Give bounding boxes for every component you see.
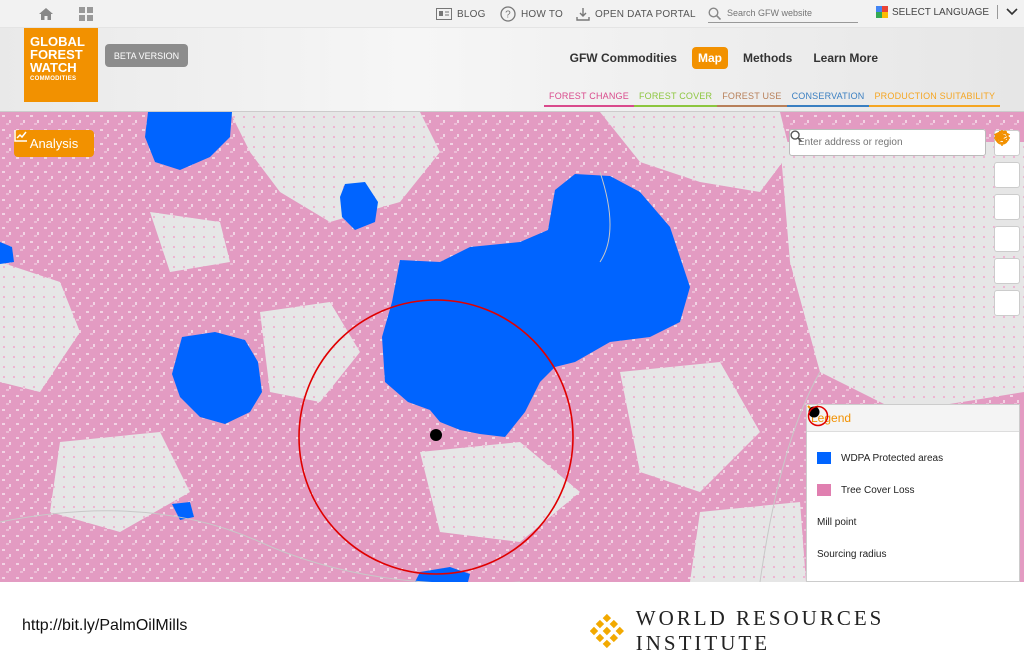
blog-link[interactable]: BLOG xyxy=(436,5,486,23)
open-data-portal-link[interactable]: OPEN DATA PORTAL xyxy=(576,5,696,23)
protected-area-swatch xyxy=(817,452,831,464)
search-icon[interactable] xyxy=(790,130,802,142)
tab-forest-use[interactable]: FOREST USE xyxy=(717,90,787,107)
zoom-out-button[interactable] xyxy=(994,135,1020,220)
gfw-logo[interactable]: GLOBAL FOREST WATCH COMMODITIES xyxy=(24,28,98,102)
wri-logo: WORLD RESOURCES INSTITUTE xyxy=(590,606,1024,656)
home-icon[interactable] xyxy=(38,6,54,22)
nav-map[interactable]: Map xyxy=(691,47,728,69)
nav-methods[interactable]: Methods xyxy=(737,47,798,69)
legend-item-label: Tree Cover Loss xyxy=(841,484,915,496)
address-search-input[interactable] xyxy=(798,137,958,148)
beta-badge: BETA VERSION xyxy=(105,44,188,67)
sourcing-radius-icon xyxy=(807,405,829,427)
legend-item-label: Mill point xyxy=(817,516,857,528)
analysis-button[interactable]: Analysis xyxy=(14,130,94,157)
site-search-input[interactable] xyxy=(727,8,847,18)
svg-text:?: ? xyxy=(505,10,511,21)
legend-item: Mill point xyxy=(807,406,1019,538)
chevron-down-icon xyxy=(1006,8,1018,16)
tab-conservation[interactable]: CONSERVATION xyxy=(786,90,870,107)
locate-button[interactable] xyxy=(994,130,1020,252)
download-icon xyxy=(576,8,590,21)
legend-item: Sourcing radius xyxy=(807,405,1019,570)
search-icon[interactable] xyxy=(708,6,721,20)
how-to-link[interactable]: ? HOW TO xyxy=(500,5,563,23)
wri-emblem-icon xyxy=(590,614,624,648)
legend-item: Tree Cover Loss xyxy=(807,474,1019,506)
blog-icon xyxy=(436,8,452,20)
legend-panel: Legend WDPA Protected areas Tree Cover L… xyxy=(806,404,1020,582)
language-label: SELECT LANGUAGE xyxy=(892,6,990,18)
open-data-label: OPEN DATA PORTAL xyxy=(595,8,696,20)
map-layer-tabs: FOREST CHANGE FOREST COVER FOREST USE CO… xyxy=(544,90,1001,107)
logo-line3: WATCH xyxy=(30,60,77,75)
language-divider xyxy=(997,5,999,19)
home-view-button[interactable] xyxy=(994,131,1020,188)
mill-point[interactable] xyxy=(430,429,442,441)
tab-forest-cover[interactable]: FOREST COVER xyxy=(633,90,718,107)
tab-forest-change[interactable]: FOREST CHANGE xyxy=(544,90,634,107)
utility-bar: BLOG ? HOW TO OPEN DATA PORTAL SELECT LA… xyxy=(0,0,1024,28)
share-icon xyxy=(995,130,1007,144)
language-selector[interactable]: SELECT LANGUAGE xyxy=(876,5,1018,19)
logo-line4: COMMODITIES xyxy=(30,76,77,82)
slide-footer: http://bit.ly/PalmOilMills WORLD RESOURC… xyxy=(0,582,1024,670)
analysis-label: Analysis xyxy=(29,136,79,151)
legend-header[interactable]: Legend xyxy=(807,405,1019,432)
wri-name: WORLD RESOURCES INSTITUTE xyxy=(635,606,885,655)
chart-icon xyxy=(14,130,27,142)
legend-item: WDPA Protected areas xyxy=(807,442,1019,474)
share-button[interactable] xyxy=(994,130,1020,316)
main-nav: GFW Commodities Map Methods Learn More xyxy=(564,47,884,69)
how-to-label: HOW TO xyxy=(521,8,563,20)
nav-gfw-commodities[interactable]: GFW Commodities xyxy=(564,47,683,69)
legend-item-label: WDPA Protected areas xyxy=(841,452,944,464)
blog-label: BLOG xyxy=(457,8,486,20)
layers-button[interactable] xyxy=(994,130,1020,284)
apps-grid-icon[interactable] xyxy=(78,6,94,22)
google-translate-icon xyxy=(876,6,888,18)
tree-cover-loss-swatch xyxy=(817,484,831,496)
short-url[interactable]: http://bit.ly/PalmOilMills xyxy=(22,617,187,635)
legend-item-label: Sourcing radius xyxy=(817,548,887,560)
tab-production-suitability[interactable]: PRODUCTION SUITABILITY xyxy=(869,90,1001,107)
help-icon: ? xyxy=(500,6,516,22)
site-search xyxy=(708,4,858,23)
nav-learn-more[interactable]: Learn More xyxy=(807,47,884,69)
address-search xyxy=(789,129,986,156)
map-canvas[interactable]: Analysis Legend WDPA Protected areas Tre… xyxy=(0,112,1024,582)
site-header: GLOBAL FOREST WATCH COMMODITIES BETA VER… xyxy=(0,28,1024,112)
map-controls xyxy=(994,130,1020,322)
